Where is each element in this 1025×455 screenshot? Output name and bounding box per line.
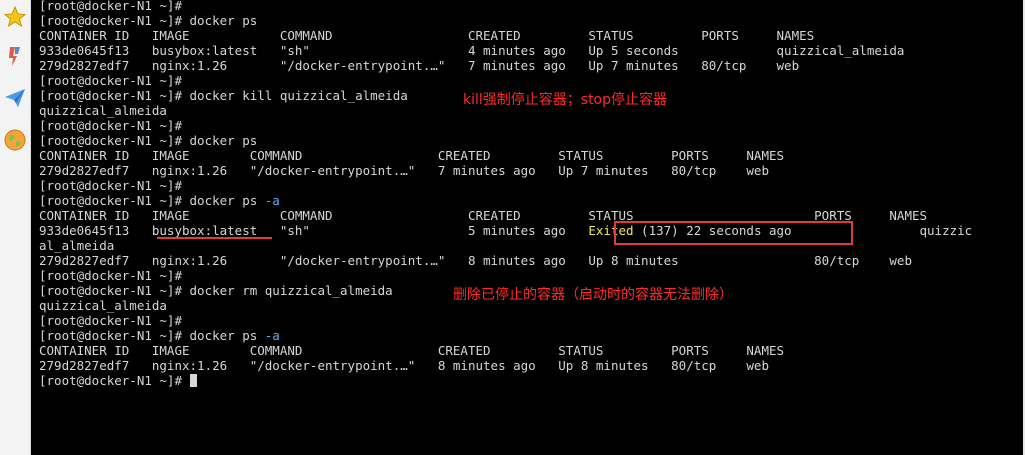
terminal-line: [root@docker-N1 ~]# docker ps bbox=[39, 13, 258, 28]
terminal-line: [root@docker-N1 ~]# bbox=[39, 0, 182, 13]
terminal-line: CONTAINER ID IMAGE COMMAND CREATED STATU… bbox=[39, 148, 785, 163]
terminal-text: [root@docker-N1 ~]# bbox=[39, 373, 190, 388]
terminal-output: [root@docker-N1 ~]# [root@docker-N1 ~]# d… bbox=[39, 0, 972, 388]
terminal-line: [root@docker-N1 ~]# docker ps -a bbox=[39, 193, 972, 208]
terminal-line: 279d2827edf7 nginx:1.26 "/docker-entrypo… bbox=[39, 58, 800, 73]
busybox-image-underline bbox=[157, 237, 272, 239]
terminal-line: CONTAINER ID IMAGE COMMAND CREATED STATU… bbox=[39, 343, 785, 358]
terminal-line: 933de0645f13 busybox:latest "sh" 4 minut… bbox=[39, 43, 905, 58]
terminal-text: 933de0645f13 busybox:latest "sh" 5 minut… bbox=[39, 223, 589, 238]
rm-annotation: 删除已停止的容器（启动时的容器无法删除） bbox=[453, 287, 733, 303]
bookmark-ribbon-icon[interactable] bbox=[3, 44, 27, 68]
star-icon[interactable] bbox=[3, 5, 27, 29]
terminal-text: [root@docker-N1 ~]# docker ps bbox=[39, 328, 265, 343]
terminal-line: [root@docker-N1 ~]# bbox=[39, 373, 972, 388]
terminal-line: [root@docker-N1 ~]# bbox=[39, 268, 182, 283]
app-sidebar bbox=[0, 0, 31, 455]
terminal-line: [root@docker-N1 ~]# docker ps -a bbox=[39, 328, 972, 343]
terminal-line: [root@docker-N1 ~]# bbox=[39, 313, 182, 328]
exited-status-highlight bbox=[614, 221, 853, 245]
terminal-cursor bbox=[189, 374, 197, 387]
command-flag: -a bbox=[264, 328, 280, 343]
terminal-line: [root@docker-N1 ~]# bbox=[39, 178, 182, 193]
globe-icon[interactable] bbox=[3, 128, 27, 152]
terminal-line: 279d2827edf7 nginx:1.26 "/docker-entrypo… bbox=[39, 163, 769, 178]
terminal-line: 279d2827edf7 nginx:1.26 "/docker-entrypo… bbox=[39, 253, 912, 268]
paper-plane-icon[interactable] bbox=[3, 86, 27, 110]
terminal-text: [root@docker-N1 ~]# docker ps bbox=[39, 193, 265, 208]
terminal-line: 279d2827edf7 nginx:1.26 "/docker-entrypo… bbox=[39, 358, 769, 373]
command-flag: -a bbox=[264, 193, 280, 208]
terminal-line: CONTAINER ID IMAGE COMMAND CREATED STATU… bbox=[39, 28, 815, 43]
terminal-line: [root@docker-N1 ~]# bbox=[39, 73, 182, 88]
kill-annotation: kill强制停止容器；stop停止容器 bbox=[463, 92, 668, 108]
terminal-window[interactable]: [root@docker-N1 ~]# [root@docker-N1 ~]# d… bbox=[31, 0, 1023, 455]
terminal-line: [root@docker-N1 ~]# docker ps bbox=[39, 133, 258, 148]
screenshot: [root@docker-N1 ~]# [root@docker-N1 ~]# d… bbox=[0, 0, 1025, 455]
terminal-line: [root@docker-N1 ~]# bbox=[39, 118, 182, 133]
